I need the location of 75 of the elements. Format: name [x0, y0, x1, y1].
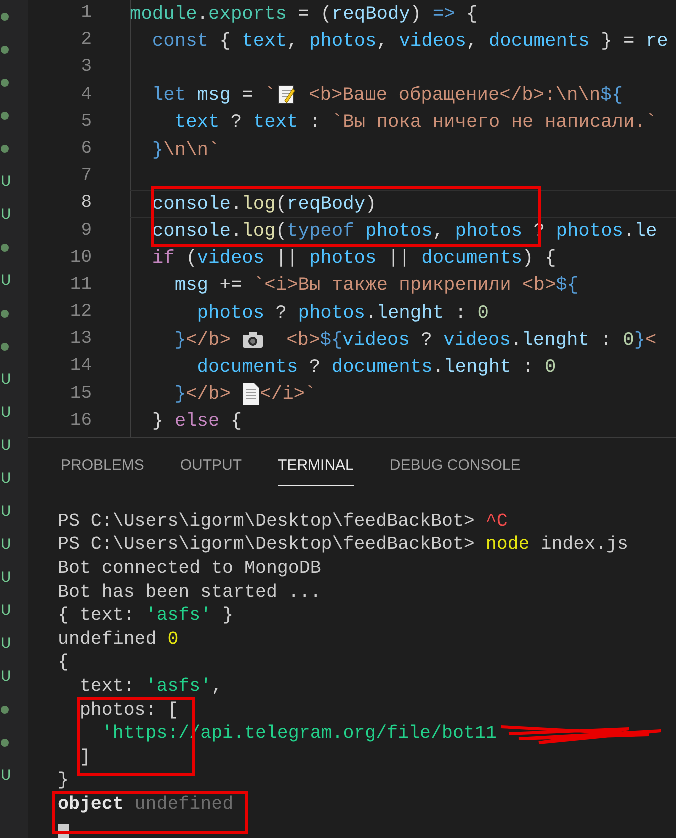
status-dot: [1, 112, 9, 120]
code-text: </i>`: [260, 383, 316, 406]
status-letter: U: [1, 668, 12, 684]
line-number: 7: [81, 165, 92, 188]
code-text: <b>${videos ? videos.lenght : 0}<: [286, 328, 657, 351]
code-text: msg += `<i>Вы также прикрепили <b>${: [174, 274, 579, 296]
code-text: ]: [78, 748, 91, 768]
line-number: 4: [81, 84, 92, 107]
line-number: 14: [70, 355, 92, 378]
status-letter: U: [1, 768, 12, 784]
status-letter: U: [1, 536, 12, 552]
code-text: } else {: [151, 410, 242, 432]
status-dot: [1, 738, 9, 746]
status-dot: [1, 706, 9, 714]
line-number: 5: [81, 110, 92, 134]
panel-tab[interactable]: OUTPUT: [180, 438, 242, 486]
code-text: photos ? photos.lenght : 0: [196, 302, 489, 324]
document-icon: [242, 382, 260, 406]
panel-tab[interactable]: PROBLEMS: [61, 438, 144, 486]
line-number: 13: [70, 328, 92, 352]
line-number: 16: [70, 410, 92, 433]
code-text: text ? text : `Вы пока ничего не написали.`: [174, 111, 658, 134]
status-dot: [1, 310, 9, 318]
line-number: 2: [81, 29, 92, 52]
line-number: 12: [70, 301, 92, 324]
code-text: photos: [: [78, 700, 179, 721]
code-text: console.log(reqBody): [151, 192, 377, 215]
code-text: module.exports = (reqBody) => {: [130, 2, 478, 25]
status-dot: [1, 342, 9, 350]
line-number: 1: [81, 2, 92, 25]
line-number: 8: [81, 192, 92, 216]
code-text: let msg = `: [151, 84, 276, 106]
code-text: Bot has been started ...: [58, 582, 322, 603]
line-number: 11: [70, 274, 92, 297]
code-text: {: [58, 653, 69, 674]
code-text: }</b>: [174, 383, 232, 406]
status-letter: U: [1, 174, 12, 190]
code-text: object undefined: [58, 794, 234, 815]
code-text: }\n\n`: [151, 138, 220, 161]
status-dot: [1, 12, 9, 20]
line-number: 6: [81, 138, 92, 161]
status-dot: [1, 78, 9, 86]
code-text: text: 'asfs',: [78, 676, 223, 697]
panel-tab[interactable]: DEBUG CONSOLE: [390, 438, 521, 486]
code-text: Bot connected to MongoDB: [58, 558, 322, 579]
code-text: documents ? documents.lenght : 0: [196, 356, 556, 378]
line-number: 15: [70, 382, 92, 406]
status-letter: U: [1, 470, 12, 486]
status-letter: U: [1, 206, 12, 222]
line-number: 10: [70, 246, 92, 270]
code-text: <b>Ваше обращение</b>:\n\n${: [308, 84, 624, 106]
status-letter: U: [1, 438, 12, 454]
status-dot: [1, 244, 9, 252]
code-text: }: [58, 771, 69, 792]
status-letter: U: [1, 272, 12, 288]
status-letter: U: [1, 636, 12, 652]
panel-tab[interactable]: TERMINAL: [278, 438, 354, 486]
code-text: { text: 'asfs' }: [58, 606, 234, 626]
code-text: if (videos || photos || documents) {: [151, 247, 556, 270]
code-text: PS C:\Users\igorm\Desktop\feedBackBot> ^C: [58, 512, 508, 532]
status-letter: U: [1, 404, 12, 420]
code-text: PS C:\Users\igorm\Desktop\feedBackBot> node index.js: [58, 535, 628, 556]
code-text: const { text, photos, videos, documents } = re: [151, 30, 668, 52]
status-letter: U: [1, 602, 12, 618]
line-number: 3: [81, 56, 92, 80]
line-number: 9: [81, 220, 92, 242]
code-text: }</b>: [174, 328, 232, 351]
code-text: undefined 0: [58, 630, 179, 650]
status-dot: [1, 46, 9, 54]
camera-icon: [242, 330, 264, 350]
status-dot: [1, 144, 9, 152]
status-letter: U: [1, 504, 12, 520]
memo-icon: [276, 84, 297, 106]
status-letter: U: [1, 372, 12, 388]
status-letter: U: [1, 570, 12, 586]
